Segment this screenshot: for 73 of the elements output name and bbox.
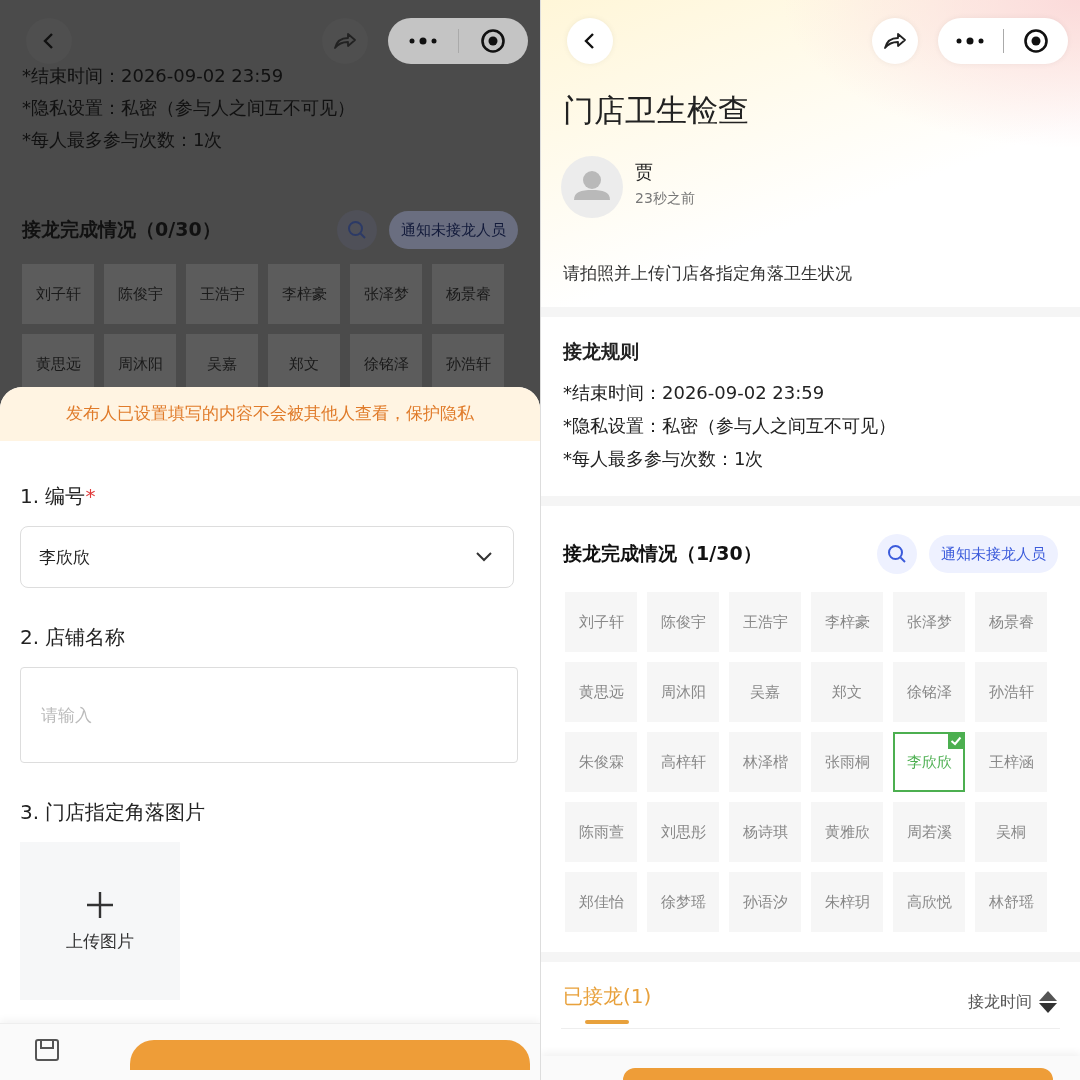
member-cell: 黄思远	[565, 662, 637, 722]
rule-text: *隐私设置：私密（参与人之间互不可见）	[22, 96, 356, 120]
sort-label: 接龙时间	[968, 991, 1032, 1013]
member-cell: 周沐阳	[647, 662, 719, 722]
member-cell: 朱俊霖	[565, 732, 637, 792]
member-cell: 吴嘉	[729, 662, 801, 722]
chevron-down-icon	[475, 551, 493, 563]
member-cell: 孙语汐	[729, 872, 801, 932]
rule-text: *结束时间：2026-09-02 23:59	[563, 381, 826, 404]
member-cell: 刘子轩	[22, 264, 94, 324]
member-cell: 徐铭泽	[893, 662, 965, 722]
rule-text: *隐私设置：私密（参与人之间互不可见）	[563, 414, 897, 437]
checkmark-icon	[948, 733, 964, 749]
member-cell: 陈俊宇	[104, 264, 176, 324]
member-cell: 李欣欣	[893, 732, 965, 792]
search-button[interactable]	[877, 534, 917, 574]
rule-text: *每人最多参与次数：1次	[22, 128, 224, 152]
rule-text: *结束时间：2026-09-02 23:59	[22, 64, 285, 88]
member-cell: 黄雅欣	[811, 802, 883, 862]
member-cell: 杨诗琪	[729, 802, 801, 862]
save-icon[interactable]	[34, 1038, 60, 1062]
question-label: 3. 门店指定角落图片	[20, 800, 206, 824]
description-text: 请拍照并上传门店各指定角落卫生状况	[562, 262, 853, 285]
sort-icon	[1038, 990, 1058, 1014]
share-icon	[883, 31, 907, 51]
upload-button[interactable]: 上传图片	[20, 842, 180, 1000]
member-cell: 刘思彤	[647, 802, 719, 862]
select-field[interactable]: 李欣欣	[20, 526, 514, 588]
member-cell: 李梓豪	[811, 592, 883, 652]
privacy-notice: 发布人已设置填写的内容不会被其他人查看，保护隐私	[0, 387, 540, 441]
input-field[interactable]: 请输入	[20, 667, 518, 763]
avatar-icon	[561, 156, 623, 218]
notify-button[interactable]: 通知未接龙人员	[929, 535, 1058, 573]
member-cell: 孙浩轩	[975, 662, 1047, 722]
member-cell: 张泽梦	[350, 264, 422, 324]
member-cell: 高梓轩	[647, 732, 719, 792]
member-cell: 高欣悦	[893, 872, 965, 932]
member-cell: 杨景睿	[975, 592, 1047, 652]
post-time: 23秒之前	[635, 190, 695, 208]
member-cell: 杨景睿	[432, 264, 504, 324]
member-cell: 朱梓玥	[811, 872, 883, 932]
member-cell: 张雨桐	[811, 732, 883, 792]
sort-button[interactable]: 接龙时间	[968, 990, 1058, 1014]
question-label: 2. 店铺名称	[20, 625, 126, 649]
page-title: 门店卫生检查	[563, 91, 750, 130]
share-button[interactable]	[872, 18, 918, 64]
member-cell: 陈俊宇	[647, 592, 719, 652]
member-cell: 林舒瑶	[975, 872, 1047, 932]
author-name: 贾	[635, 160, 654, 184]
member-cell: 王梓涵	[975, 732, 1047, 792]
member-cell: 徐梦瑶	[647, 872, 719, 932]
member-cell: 王浩宇	[186, 264, 258, 324]
plus-icon	[85, 889, 115, 920]
member-cell: 林泽楷	[729, 732, 801, 792]
search-icon	[347, 220, 367, 240]
member-cell: 陈雨萱	[565, 802, 637, 862]
rules-heading: 接龙规则	[563, 339, 640, 364]
member-cell: 郑文	[811, 662, 883, 722]
member-cell: 李梓豪	[268, 264, 340, 324]
rule-text: *每人最多参与次数：1次	[563, 447, 765, 470]
member-cell: 张泽梦	[893, 592, 965, 652]
status-heading: 接龙完成情况（1/30）	[563, 541, 762, 566]
member-cell: 周若溪	[893, 802, 965, 862]
back-button[interactable]	[567, 18, 613, 64]
member-cell: 刘子轩	[565, 592, 637, 652]
member-cell: 郑佳怡	[565, 872, 637, 932]
member-cell: 吴桐	[975, 802, 1047, 862]
search-icon	[887, 544, 907, 564]
share-icon	[333, 31, 357, 51]
required-mark: *	[85, 484, 96, 508]
member-cell: 王浩宇	[729, 592, 801, 652]
status-heading: 接龙完成情况（0/30）	[22, 217, 221, 242]
question-label: 1. 编号	[20, 484, 86, 508]
